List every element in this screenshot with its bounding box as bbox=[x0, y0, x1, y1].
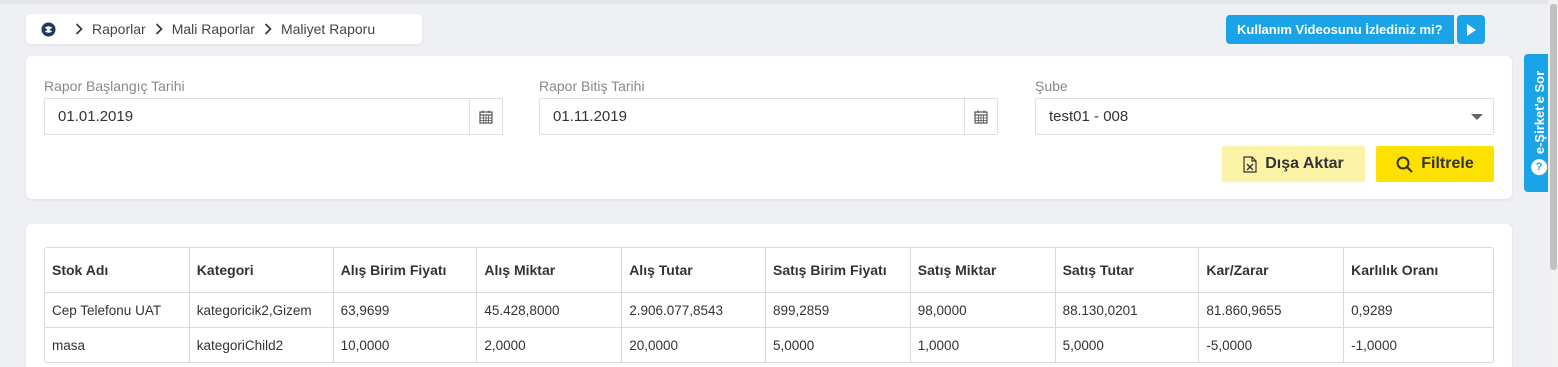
filter-button[interactable]: Filtrele bbox=[1376, 146, 1494, 182]
end-date-value[interactable]: 01.11.2019 bbox=[540, 108, 964, 125]
breadcrumb-item-maliyet-raporu: Maliyet Raporu bbox=[280, 21, 376, 37]
column-header[interactable]: Karlılık Oranı bbox=[1344, 248, 1493, 292]
chevron-down-icon[interactable] bbox=[1471, 113, 1483, 120]
branch-label: Şube bbox=[1035, 78, 1068, 94]
search-icon bbox=[1396, 156, 1414, 173]
question-icon: ? bbox=[1531, 159, 1548, 176]
table-cell-text: kategoricik2,Gizem bbox=[196, 302, 312, 318]
table-cell: 899,2859 bbox=[766, 293, 911, 327]
column-header[interactable]: Satış Miktar bbox=[911, 248, 1056, 292]
calendar-icon[interactable] bbox=[964, 99, 997, 134]
table-cell: kategoriChild2 bbox=[190, 328, 334, 362]
cost-report-table: Stok Adı Kategori Alış Birim Fiyatı Alış… bbox=[44, 247, 1494, 363]
play-icon[interactable] bbox=[1456, 15, 1485, 44]
filter-button-label: Filtrele bbox=[1421, 155, 1474, 172]
table-cell: 5,0000 bbox=[1056, 328, 1200, 362]
filter-panel: Rapor Başlangıç Tarihi 01.01.2019 Rapor … bbox=[26, 56, 1512, 199]
table-cell: Cep Telefonu UAT bbox=[45, 293, 190, 327]
top-border bbox=[0, 0, 1548, 4]
breadcrumb-item-mali-raporlar[interactable]: Mali Raporlar bbox=[172, 21, 255, 37]
column-header[interactable]: Kategori bbox=[190, 248, 334, 292]
end-date-field: Rapor Bitiş Tarihi 01.11.2019 bbox=[539, 78, 998, 135]
table-cell: 10,0000 bbox=[334, 328, 478, 362]
page-scrollbar-thumb[interactable] bbox=[1550, 4, 1557, 270]
chevron-right-icon bbox=[264, 23, 272, 35]
start-date-input[interactable]: 01.01.2019 bbox=[44, 98, 503, 135]
table-cell: 2.906.077,8543 bbox=[622, 293, 766, 327]
column-header[interactable]: Stok Adı bbox=[45, 248, 190, 292]
end-date-input[interactable]: 01.11.2019 bbox=[539, 98, 998, 135]
column-header[interactable]: Kar/Zarar bbox=[1199, 248, 1345, 292]
column-header[interactable]: Satış Birim Fiyatı bbox=[766, 248, 911, 292]
table-cell: -1,0000 bbox=[1351, 337, 1397, 353]
table-cell: 81.860,9655 bbox=[1199, 293, 1345, 327]
table-row[interactable]: Cep Telefonu UAT kategoricik2,Gizem 63,9… bbox=[45, 293, 1493, 328]
export-button-label: Dışa Aktar bbox=[1265, 155, 1344, 172]
table-cell: 63,9699 bbox=[334, 293, 478, 327]
home-logo-icon[interactable] bbox=[40, 21, 56, 37]
start-date-value[interactable]: 01.01.2019 bbox=[45, 108, 469, 125]
table-cell: 5,0000 bbox=[766, 328, 911, 362]
start-date-field: Rapor Başlangıç Tarihi 01.01.2019 bbox=[44, 78, 503, 135]
calendar-icon[interactable] bbox=[469, 99, 502, 134]
table-header-row: Stok Adı Kategori Alış Birim Fiyatı Alış… bbox=[45, 248, 1493, 293]
column-header[interactable]: Alış Miktar bbox=[477, 248, 623, 292]
table-cell: 45.428,8000 bbox=[477, 293, 623, 327]
breadcrumb: Raporlar Mali Raporlar Maliyet Raporu bbox=[26, 14, 422, 44]
table-cell: 0,9289 bbox=[1351, 302, 1393, 318]
start-date-label: Rapor Başlangıç Tarihi bbox=[44, 78, 185, 94]
table-cell: 20,0000 bbox=[622, 328, 766, 362]
table-cell: masa bbox=[45, 328, 190, 362]
report-table-panel: Stok Adı Kategori Alış Birim Fiyatı Alış… bbox=[26, 224, 1512, 367]
branch-select[interactable]: test01 - 008 bbox=[1035, 98, 1494, 135]
table-cell: kategoricik2,Gizem bbox=[190, 293, 334, 327]
table-cell: -5,0000 bbox=[1199, 328, 1345, 362]
chevron-right-icon bbox=[75, 23, 83, 35]
ask-side-tab-label: e-Şirket'e Sor bbox=[1532, 70, 1548, 155]
branch-value[interactable]: test01 - 008 bbox=[1049, 108, 1128, 125]
table-cell: 2,0000 bbox=[477, 328, 623, 362]
table-row[interactable]: masa kategoriChild2 10,0000 2,0000 20,00… bbox=[45, 328, 1493, 363]
export-button[interactable]: Dışa Aktar bbox=[1222, 146, 1365, 182]
column-header[interactable]: Alış Tutar bbox=[622, 248, 766, 292]
chevron-right-icon bbox=[155, 23, 163, 35]
column-header[interactable]: Alış Birim Fiyatı bbox=[334, 248, 478, 292]
usage-video-label[interactable]: Kullanım Videosunu İzlediniz mi? bbox=[1226, 15, 1454, 44]
table-cell: 88.130,0201 bbox=[1056, 293, 1200, 327]
end-date-label: Rapor Bitiş Tarihi bbox=[539, 78, 645, 94]
table-cell: 1,0000 bbox=[911, 328, 1056, 362]
branch-field: Şube test01 - 008 bbox=[1035, 78, 1494, 135]
breadcrumb-item-raporlar[interactable]: Raporlar bbox=[92, 21, 146, 37]
usage-video-button[interactable]: Kullanım Videosunu İzlediniz mi? bbox=[1226, 15, 1485, 44]
column-header[interactable]: Satış Tutar bbox=[1056, 248, 1200, 292]
table-cell: 98,0000 bbox=[911, 293, 1056, 327]
excel-file-icon bbox=[1243, 155, 1257, 173]
